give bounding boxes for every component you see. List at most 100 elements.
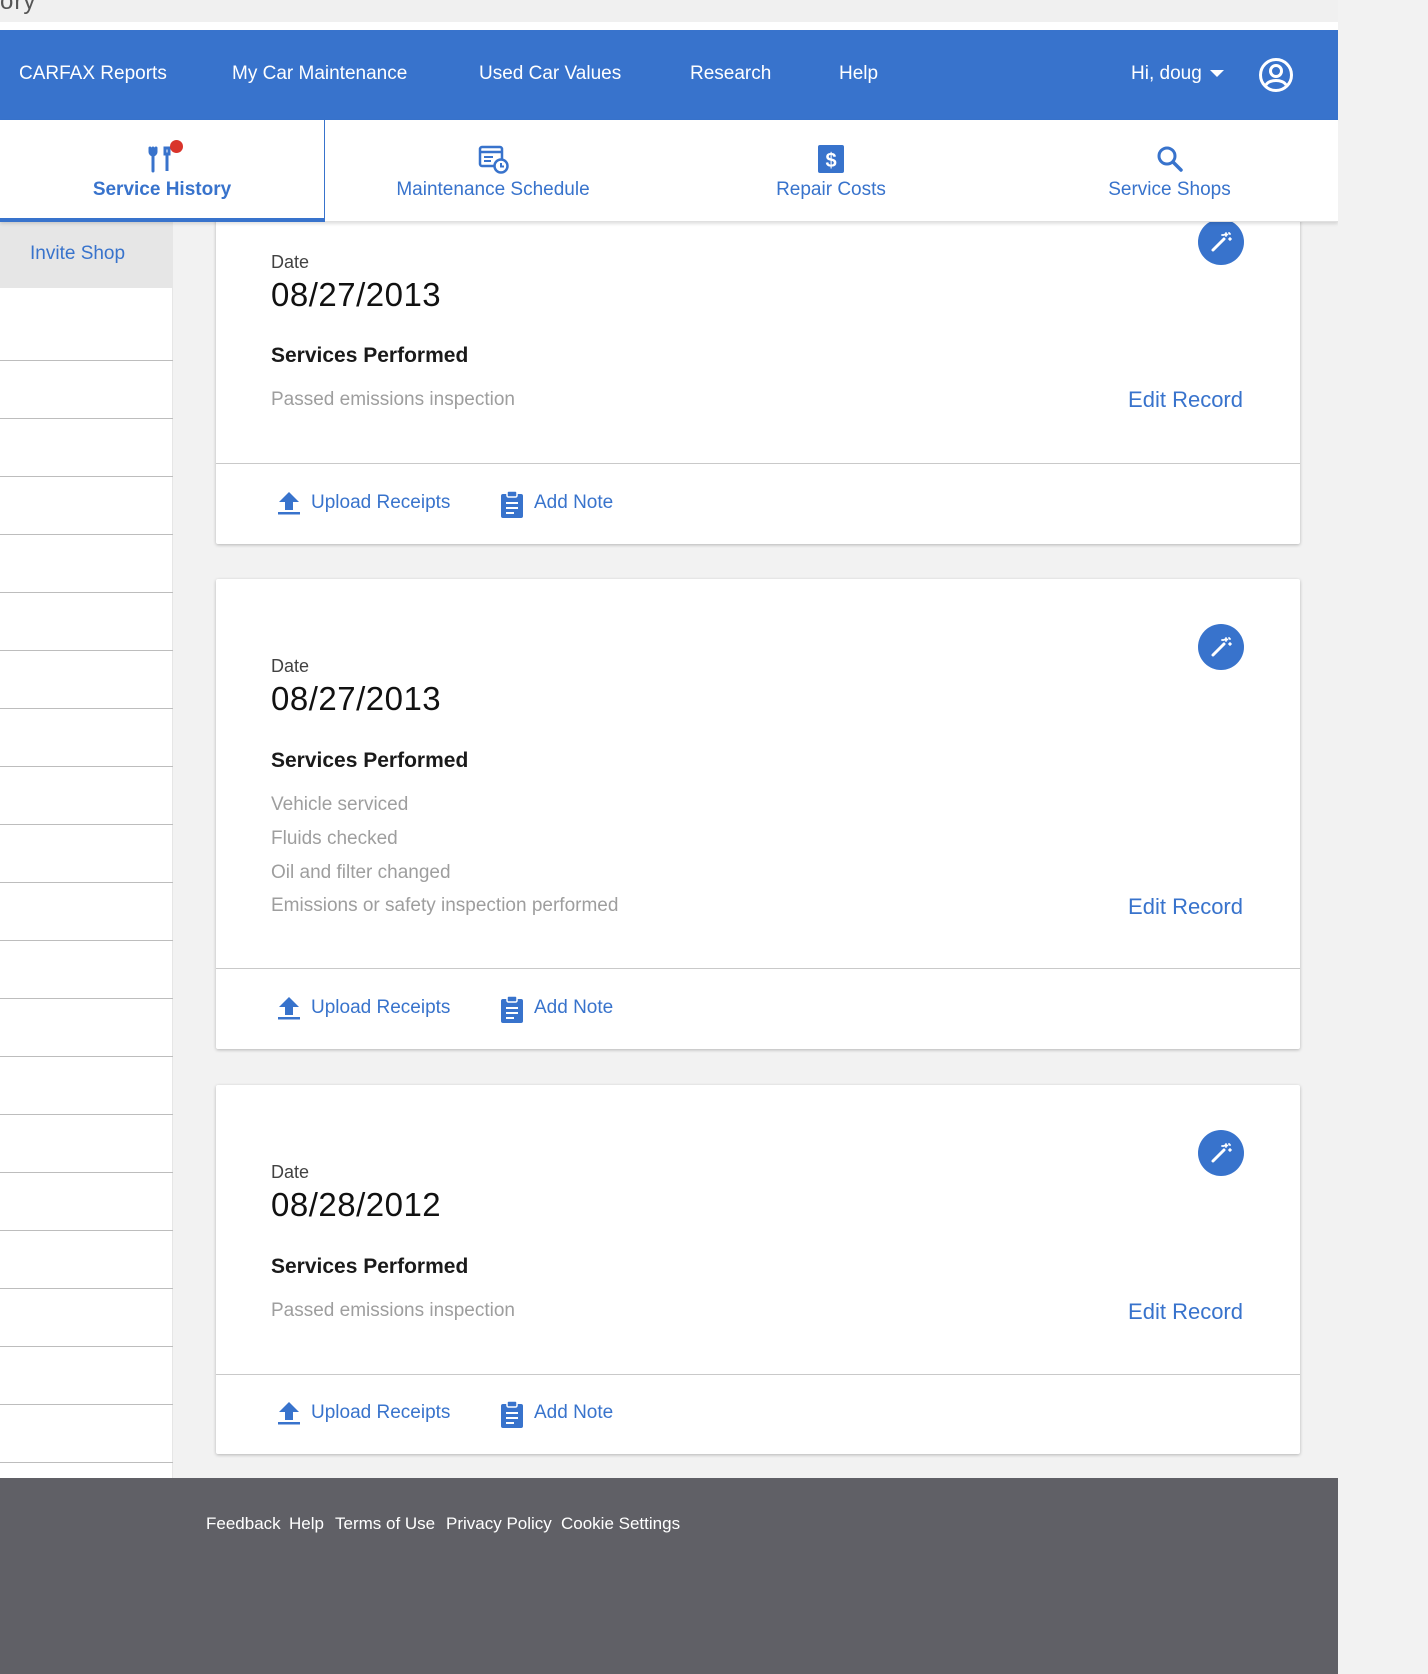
divider — [0, 1114, 173, 1115]
divider — [0, 592, 173, 593]
footer-terms-link[interactable]: Terms of Use — [335, 1514, 435, 1534]
service-item: Oil and filter changed — [271, 862, 451, 883]
divider — [0, 1230, 173, 1231]
divider — [0, 882, 173, 883]
record-date: 08/27/2013 — [271, 276, 442, 313]
upload-receipts-label: Upload Receipts — [311, 997, 451, 1018]
divider — [0, 1462, 173, 1463]
active-tab-indicator — [0, 218, 324, 222]
upload-receipts-label: Upload Receipts — [311, 492, 451, 513]
clipboard-icon — [501, 995, 523, 1023]
divider — [0, 360, 173, 361]
footer-help-link[interactable]: Help — [289, 1514, 324, 1534]
tab-service-shops[interactable]: Service Shops — [1001, 120, 1338, 222]
svg-text:$: $ — [825, 150, 836, 172]
service-item: Emissions or safety inspection performed — [271, 895, 619, 916]
divider — [0, 1172, 173, 1173]
magic-wand-icon — [1211, 637, 1232, 657]
divider — [0, 940, 173, 941]
footer-feedback-link[interactable]: Feedback — [206, 1514, 281, 1534]
upload-icon — [278, 1402, 300, 1425]
upload-icon — [278, 997, 300, 1020]
divider — [0, 766, 173, 767]
add-note-label: Add Note — [534, 492, 614, 513]
divider — [0, 824, 173, 825]
invite-shop-label: Invite Shop — [30, 243, 126, 264]
upload-receipts-label: Upload Receipts — [311, 1402, 451, 1423]
chevron-down-icon — [1209, 70, 1224, 78]
edit-record-link[interactable]: Edit Record — [1128, 1299, 1243, 1325]
divider — [0, 1056, 173, 1057]
browser-title-strip: ory — [0, 0, 1338, 22]
footer-privacy-link[interactable]: Privacy Policy — [446, 1514, 552, 1534]
schedule-icon — [478, 145, 509, 174]
invite-shop-button[interactable]: Invite Shop — [0, 222, 173, 288]
upload-receipts-button[interactable]: Upload Receipts — [277, 997, 457, 1023]
upload-receipts-button[interactable]: Upload Receipts — [277, 492, 457, 518]
tab-label: Service History — [92, 179, 232, 200]
divider — [0, 1288, 173, 1289]
notification-dot — [170, 140, 183, 153]
page: ory CARFAX Reports My Car Maintenance Us… — [0, 0, 1338, 1674]
divider — [0, 534, 173, 535]
edit-record-link[interactable]: Edit Record — [1128, 387, 1243, 413]
truncated-title-fragment: ory — [0, 0, 37, 15]
strip-gap — [0, 22, 1338, 30]
magic-wand-button[interactable] — [1198, 219, 1244, 265]
upload-icon — [278, 492, 300, 515]
nav-my-car-maintenance[interactable]: My Car Maintenance — [232, 63, 407, 85]
clipboard-icon — [501, 490, 523, 518]
search-icon — [1157, 146, 1183, 172]
add-note-button[interactable]: Add Note — [500, 1400, 630, 1428]
tab-label: Service Shops — [1108, 179, 1231, 200]
top-navbar: CARFAX Reports My Car Maintenance Used C… — [0, 30, 1338, 120]
tab-maintenance-schedule[interactable]: Maintenance Schedule — [325, 120, 661, 222]
services-heading: Services Performed — [271, 344, 469, 367]
divider — [0, 418, 173, 419]
tab-repair-costs[interactable]: $ Repair Costs — [661, 120, 1001, 222]
card-divider — [216, 463, 1300, 464]
magic-wand-icon — [1211, 232, 1232, 252]
service-item: Passed emissions inspection — [271, 389, 515, 410]
card-divider — [216, 968, 1300, 969]
record-date: 08/28/2012 — [271, 1186, 442, 1223]
footer-cookie-settings-link[interactable]: Cookie Settings — [561, 1514, 680, 1534]
divider — [0, 1346, 173, 1347]
date-label: Date — [271, 1162, 310, 1182]
nav-help[interactable]: Help — [839, 63, 878, 85]
footer: Feedback Help Terms of Use Privacy Polic… — [0, 1478, 1338, 1674]
divider — [0, 708, 173, 709]
section-tabs: Service History Maintenance Schedule $ R… — [0, 120, 1338, 222]
account-icon[interactable] — [1258, 57, 1294, 93]
date-label: Date — [271, 656, 310, 676]
clipboard-icon — [501, 1400, 523, 1428]
add-note-label: Add Note — [534, 1402, 614, 1423]
add-note-button[interactable]: Add Note — [500, 490, 630, 518]
date-label: Date — [271, 252, 310, 272]
nav-carfax-reports[interactable]: CARFAX Reports — [19, 63, 167, 85]
user-greeting: Hi, doug — [1131, 63, 1202, 84]
service-record-card: Date 08/27/2013 Services Performed Vehic… — [216, 579, 1300, 1049]
service-record-card: Date 08/28/2012 Services Performed Passe… — [216, 1085, 1300, 1454]
nav-research[interactable]: Research — [690, 63, 771, 85]
divider — [0, 998, 173, 999]
magic-wand-button[interactable] — [1198, 624, 1244, 670]
upload-receipts-button[interactable]: Upload Receipts — [277, 1402, 457, 1428]
services-heading: Services Performed — [271, 749, 469, 772]
divider — [0, 476, 173, 477]
user-menu[interactable]: Hi, doug — [1131, 63, 1224, 85]
tab-service-history[interactable]: Service History — [0, 120, 325, 222]
tab-label: Maintenance Schedule — [396, 179, 590, 200]
divider — [0, 650, 173, 651]
service-item: Fluids checked — [271, 828, 398, 849]
add-note-label: Add Note — [534, 997, 614, 1018]
service-item: Passed emissions inspection — [271, 1300, 515, 1321]
tab-label: Repair Costs — [776, 179, 886, 200]
nav-used-car-values[interactable]: Used Car Values — [479, 63, 621, 85]
edit-record-link[interactable]: Edit Record — [1128, 894, 1243, 920]
magic-wand-button[interactable] — [1198, 1130, 1244, 1176]
dollar-icon: $ — [818, 145, 844, 173]
magic-wand-icon — [1211, 1143, 1232, 1163]
card-divider — [216, 1374, 1300, 1375]
add-note-button[interactable]: Add Note — [500, 995, 630, 1023]
